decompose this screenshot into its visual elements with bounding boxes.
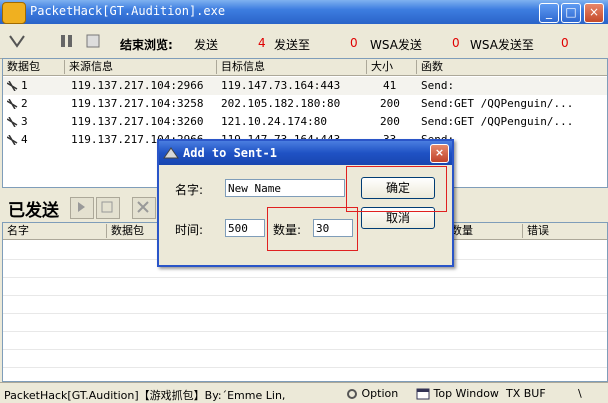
row-function: Send: — [421, 79, 455, 92]
delete-button[interactable] — [132, 197, 156, 219]
row-source: 119.137.217.104:3260 — [71, 115, 204, 128]
pointer-icon[interactable] — [84, 32, 102, 50]
wsasendto-count: 0 — [561, 36, 569, 50]
main-title-bar[interactable]: PacketHack[GT.Audition].exe _ □ × — [0, 0, 608, 24]
col-count[interactable]: 数量 — [447, 224, 523, 238]
name-field[interactable]: New Name — [225, 179, 345, 197]
packet-icon — [7, 81, 18, 91]
grid-line — [3, 331, 607, 332]
col-function[interactable]: 函数 — [417, 60, 607, 74]
row-function: Send:GET /QQPenguin/... — [421, 115, 574, 128]
send-label: 发送 — [194, 38, 219, 52]
delete-icon — [137, 201, 149, 213]
tx-buf-label: TX BUF — [506, 387, 546, 400]
table-row[interactable]: 3 119.137.217.104:3260 121.10.24.174:80 … — [3, 113, 607, 131]
gear-icon — [347, 389, 357, 399]
play-button[interactable] — [70, 197, 94, 219]
dialog-title-bar[interactable]: Add to Sent-1 × — [159, 141, 452, 165]
add-to-sent-dialog[interactable]: Add to Sent-1 × 名字: New Name 时间: 500 数量:… — [157, 139, 454, 267]
grid-line — [3, 313, 607, 314]
sendto-label: 发送至 — [274, 38, 311, 52]
col-size[interactable]: 大小 — [367, 60, 417, 74]
row-target: 121.10.24.174:80 — [221, 115, 327, 128]
top-window-button[interactable]: Top Window — [416, 387, 499, 400]
wsasendto-label: WSA发送至 — [470, 38, 534, 52]
col-name[interactable]: 名字 — [3, 224, 107, 238]
dialog-title: Add to Sent-1 — [183, 146, 277, 160]
status-bar: PacketHack[GT.Audition]【游戏抓包】By:ˊEmme Li… — [0, 382, 608, 403]
grid-line — [3, 277, 607, 278]
app-logo-icon — [2, 2, 26, 24]
dialog-close-button[interactable]: × — [430, 144, 449, 163]
col-packet[interactable]: 数据包 — [3, 60, 65, 74]
time-field[interactable]: 500 — [225, 219, 265, 237]
option-button[interactable]: Option — [346, 387, 398, 400]
table-row[interactable]: 2 119.137.217.104:3258 202.105.182.180:8… — [3, 95, 607, 113]
row-source: 119.137.217.104:3258 — [71, 97, 204, 110]
packet-icon — [7, 135, 18, 145]
window-icon — [416, 388, 430, 400]
row-size: 200 — [380, 97, 400, 110]
toolbar: 结束浏览: 发送 4 发送至 0 WSA发送 0 WSA发送至 0 — [0, 24, 608, 59]
packet-icon — [7, 117, 18, 127]
wsasend-count: 0 — [452, 36, 460, 50]
window-title: PacketHack[GT.Audition].exe — [30, 4, 226, 18]
close-button[interactable]: × — [584, 3, 604, 23]
packet-list-header: 数据包 来源信息 目标信息 大小 函数 — [3, 59, 607, 76]
col-target[interactable]: 目标信息 — [217, 60, 367, 74]
row-function: Send:GET /QQPenguin/... — [421, 97, 574, 110]
stop-icon — [101, 201, 113, 213]
grid-line — [3, 295, 607, 296]
minimize-button[interactable]: _ — [539, 3, 559, 23]
highlight-box-count — [267, 207, 358, 251]
status-slash: \ — [578, 387, 582, 400]
row-source: 119.137.217.104:2966 — [71, 79, 204, 92]
row-size: 200 — [380, 115, 400, 128]
play-icon — [78, 202, 85, 212]
sendto-count: 0 — [350, 36, 358, 50]
row-size: 41 — [383, 79, 397, 92]
stop-browse-label: 结束浏览: — [120, 38, 173, 52]
table-row[interactable]: 1 119.137.217.104:2966 119.147.73.164:44… — [3, 77, 607, 95]
dialog-app-icon — [163, 147, 179, 159]
grid-line — [3, 349, 607, 350]
time-label: 时间: — [175, 223, 204, 237]
status-app-text: PacketHack[GT.Audition]【游戏抓包】By:ˊEmme Li… — [4, 389, 286, 402]
capture-icon[interactable] — [8, 32, 26, 50]
send-count: 4 — [258, 36, 266, 50]
row-target: 202.105.182.180:80 — [221, 97, 341, 110]
packet-icon — [7, 99, 18, 109]
sent-title: 已发送 — [8, 201, 59, 221]
grid-line — [3, 367, 607, 368]
highlight-box-ok — [346, 166, 447, 212]
name-label: 名字: — [175, 183, 204, 197]
col-error[interactable]: 错误 — [523, 224, 607, 238]
stop-button[interactable] — [96, 197, 120, 219]
col-source[interactable]: 来源信息 — [65, 60, 217, 74]
maximize-button[interactable]: □ — [561, 3, 581, 23]
pause-icon[interactable] — [58, 32, 76, 50]
row-target: 119.147.73.164:443 — [221, 79, 341, 92]
wsasend-label: WSA发送 — [370, 38, 422, 52]
